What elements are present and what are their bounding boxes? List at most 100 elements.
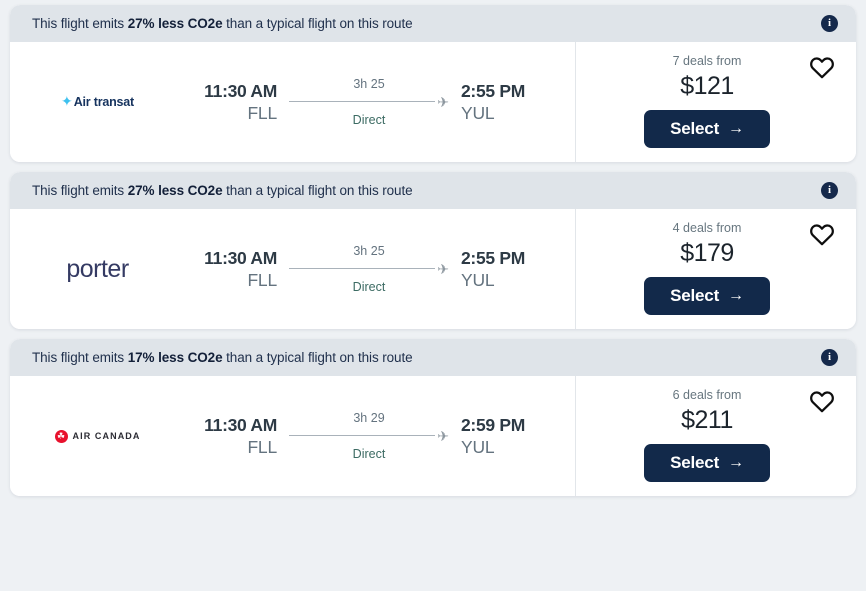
arrival-time: 2:55 PM	[461, 247, 526, 268]
route-line-bar	[289, 434, 436, 437]
transat-star-icon: ✦	[60, 93, 73, 109]
airline-logo-text: Air transat	[73, 95, 135, 109]
arrival-endpoint: 2:55 PM YUL	[461, 247, 553, 292]
flight-card[interactable]: This flight emits 27% less CO2e than a t…	[10, 172, 856, 329]
eco-banner-text: This flight emits 27% less CO2e than a t…	[32, 183, 413, 198]
itinerary: 11:30 AM FLL 3h 25 ✈ Direct 2:55 PM YUL	[185, 77, 575, 128]
price-stack: 7 deals from $121 Select →	[594, 54, 806, 148]
price-pane: 6 deals from $211 Select →	[575, 376, 856, 496]
departure-endpoint: 11:30 AM FLL	[185, 414, 277, 459]
airline-logo-air-transat: ✦ Air transat	[60, 93, 135, 109]
select-button[interactable]: Select →	[644, 444, 770, 482]
stops-label: Direct	[352, 279, 386, 294]
airline-logo-air-canada: ☘ AIR CANADA	[54, 429, 141, 443]
deals-count-label: 6 deals from	[672, 388, 742, 402]
departure-endpoint: 11:30 AM FLL	[185, 247, 277, 292]
arrow-right-icon: →	[728, 287, 744, 304]
select-button-label: Select	[670, 453, 720, 472]
eco-text-prefix: This flight emits	[32, 183, 128, 198]
arrival-endpoint: 2:59 PM YUL	[461, 414, 553, 459]
price-pane: 4 deals from $179 Select →	[575, 209, 856, 329]
eco-text-prefix: This flight emits	[32, 16, 128, 31]
stops-label: Direct	[352, 446, 386, 461]
airline-logo-text: AIR CANADA	[72, 431, 141, 441]
select-button[interactable]: Select →	[644, 110, 770, 148]
info-icon[interactable]: i	[821, 349, 838, 366]
select-button[interactable]: Select →	[644, 277, 770, 315]
select-button-label: Select	[670, 286, 720, 305]
arrow-right-icon: →	[728, 120, 744, 137]
flight-details-pane: ☘ AIR CANADA 11:30 AM FLL 3h 29 ✈ Direct 2:59 P…	[10, 376, 575, 496]
info-icon[interactable]: i	[821, 15, 838, 32]
arrow-right-icon: →	[728, 454, 744, 471]
arrival-endpoint: 2:55 PM YUL	[461, 80, 553, 125]
plane-icon: ✈	[437, 260, 449, 277]
itinerary: 11:30 AM FLL 3h 25 ✈ Direct 2:55 PM YUL	[185, 244, 575, 295]
favorite-heart-icon[interactable]	[806, 388, 838, 482]
route-summary: 3h 29 ✈ Direct	[277, 411, 461, 462]
eco-banner: This flight emits 27% less CO2e than a t…	[10, 172, 856, 209]
airline-logo: porter	[10, 254, 185, 283]
flight-duration: 3h 25	[353, 243, 385, 258]
flight-results-list: This flight emits 27% less CO2e than a t…	[0, 0, 866, 502]
maple-leaf-icon: ☘	[54, 429, 68, 443]
departure-airport-code: FLL	[247, 437, 277, 457]
departure-airport-code: FLL	[247, 103, 277, 123]
route-line: ✈	[289, 262, 449, 276]
price-amount: $211	[681, 406, 733, 434]
flight-details-pane: porter 11:30 AM FLL 3h 25 ✈ Direct 2:55 PM YUL	[10, 209, 575, 329]
flight-card[interactable]: This flight emits 27% less CO2e than a t…	[10, 5, 856, 162]
eco-banner-text: This flight emits 17% less CO2e than a t…	[32, 350, 413, 365]
airline-logo: ☘ AIR CANADA	[10, 429, 185, 443]
plane-icon: ✈	[437, 427, 449, 444]
departure-time: 11:30 AM	[204, 80, 277, 101]
arrival-time: 2:55 PM	[461, 80, 526, 101]
flight-card[interactable]: This flight emits 17% less CO2e than a t…	[10, 339, 856, 496]
flight-duration: 3h 29	[353, 410, 385, 425]
eco-text-highlight: 27% less CO2e	[127, 183, 223, 198]
eco-text-suffix: than a typical flight on this route	[222, 16, 413, 31]
route-line-bar	[289, 267, 436, 270]
route-summary: 3h 25 ✈ Direct	[277, 77, 461, 128]
eco-text-highlight: 27% less CO2e	[127, 16, 223, 31]
route-line: ✈	[289, 95, 449, 109]
departure-time: 11:30 AM	[204, 247, 277, 268]
arrival-airport-code: YUL	[461, 270, 495, 290]
favorite-heart-icon[interactable]	[806, 221, 838, 315]
departure-endpoint: 11:30 AM FLL	[185, 80, 277, 125]
info-icon[interactable]: i	[821, 182, 838, 199]
deals-count-label: 4 deals from	[672, 221, 742, 235]
eco-text-highlight: 17% less CO2e	[127, 350, 223, 365]
eco-text-suffix: than a typical flight on this route	[222, 183, 413, 198]
price-stack: 6 deals from $211 Select →	[594, 388, 806, 482]
arrival-airport-code: YUL	[461, 103, 495, 123]
eco-text-suffix: than a typical flight on this route	[222, 350, 413, 365]
price-amount: $179	[680, 239, 734, 267]
route-line: ✈	[289, 429, 449, 443]
flight-details-pane: ✦ Air transat 11:30 AM FLL 3h 25 ✈ Direct 2:55 …	[10, 42, 575, 162]
departure-time: 11:30 AM	[204, 414, 277, 435]
airline-logo: ✦ Air transat	[10, 93, 185, 109]
select-button-label: Select	[670, 119, 720, 138]
route-line-bar	[289, 100, 436, 103]
flight-card-body: ✦ Air transat 11:30 AM FLL 3h 25 ✈ Direct 2:55 …	[10, 42, 856, 162]
itinerary: 11:30 AM FLL 3h 29 ✈ Direct 2:59 PM YUL	[185, 411, 575, 462]
eco-banner-text: This flight emits 27% less CO2e than a t…	[32, 16, 413, 31]
price-amount: $121	[680, 72, 734, 100]
plane-icon: ✈	[437, 93, 449, 110]
favorite-heart-icon[interactable]	[806, 54, 838, 148]
airline-logo-porter: porter	[66, 254, 129, 283]
price-pane: 7 deals from $121 Select →	[575, 42, 856, 162]
eco-text-prefix: This flight emits	[32, 350, 128, 365]
eco-banner: This flight emits 17% less CO2e than a t…	[10, 339, 856, 376]
arrival-time: 2:59 PM	[461, 414, 526, 435]
departure-airport-code: FLL	[247, 270, 277, 290]
flight-duration: 3h 25	[353, 76, 385, 91]
eco-banner: This flight emits 27% less CO2e than a t…	[10, 5, 856, 42]
arrival-airport-code: YUL	[461, 437, 495, 457]
price-stack: 4 deals from $179 Select →	[594, 221, 806, 315]
deals-count-label: 7 deals from	[672, 54, 742, 68]
route-summary: 3h 25 ✈ Direct	[277, 244, 461, 295]
stops-label: Direct	[352, 112, 386, 127]
flight-card-body: ☘ AIR CANADA 11:30 AM FLL 3h 29 ✈ Direct 2:59 P…	[10, 376, 856, 496]
